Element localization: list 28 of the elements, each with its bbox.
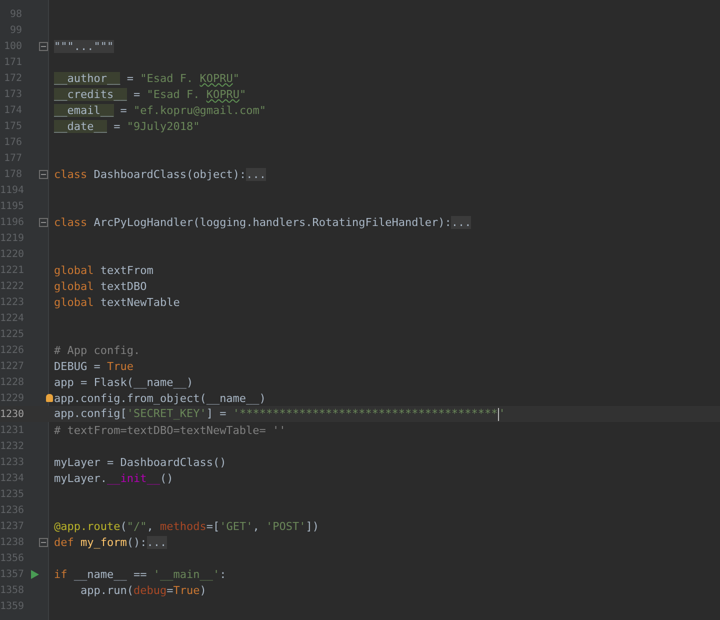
code-line: app.config.from_object(__name__) — [54, 392, 266, 404]
code-line: global textDBO — [54, 280, 147, 292]
code-line: __author__ = "Esad F. KOPRU" — [54, 72, 240, 84]
code-line: # textFrom=textDBO=textNewTable= '' — [54, 424, 286, 436]
code-line: app.config['SECRET_KEY'] = '***************************************' — [54, 407, 506, 420]
line-number: 1230 — [0, 408, 22, 420]
code-line: myLayer = DashboardClass() — [54, 456, 226, 468]
code-line: app = Flask(__name__) — [54, 376, 194, 388]
code-line: class DashboardClass(object):... — [54, 168, 266, 180]
code-line: @app.route("/", methods=['GET', 'POST']) — [54, 520, 319, 532]
fold-icon[interactable] — [39, 170, 48, 178]
run-icon[interactable] — [31, 570, 39, 578]
code-line: __email__ = "ef.kopru@gmail.com" — [54, 104, 266, 116]
code-line: # App config. — [54, 344, 140, 356]
lightbulb-icon[interactable] — [46, 394, 53, 402]
code-line: myLayer.__init__() — [54, 472, 174, 484]
fold-icon[interactable] — [39, 42, 48, 50]
code-line: global textFrom — [54, 264, 154, 276]
fold-icon[interactable] — [39, 538, 48, 546]
code-line: app.run(debug=True) — [79, 584, 206, 596]
fold-icon[interactable] — [39, 218, 48, 226]
code-line: class ArcPyLogHandler(logging.handlers.RotatingFileHandler):... — [54, 216, 472, 228]
code-line: __credits__ = "Esad F. KOPRU" — [54, 88, 246, 100]
code-line: if __name__ == '__main__': — [54, 568, 226, 580]
code-line: global textNewTable — [54, 296, 180, 308]
code-line: def my_form():... — [54, 536, 167, 548]
code-line: __date__ = "9July2018" — [54, 120, 200, 132]
code-line: DEBUG = True — [54, 360, 134, 372]
